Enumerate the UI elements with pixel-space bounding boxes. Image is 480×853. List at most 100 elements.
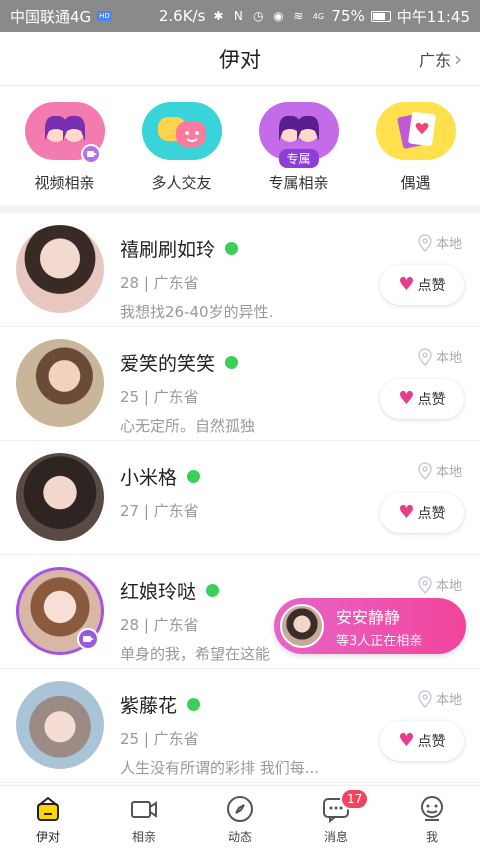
user-list: 禧刷刷如玲 28 | 广东省 我想找26-40岁的异性. 本地 ♥ 点赞 爱笑的…	[0, 213, 480, 783]
region-label: 广东	[418, 50, 451, 70]
signal-icon: 4G	[312, 11, 325, 21]
category-encounter[interactable]: 偶遇	[361, 102, 471, 193]
tab-moments[interactable]: 动态	[200, 794, 280, 845]
battery-icon	[370, 10, 391, 22]
region-selector[interactable]: 广东 ›	[419, 47, 462, 71]
category-label: 视频相亲	[34, 174, 95, 192]
category-group-chat[interactable]: 多人交友	[127, 102, 237, 193]
couple-video-icon	[24, 102, 105, 164]
tab-label: 我	[425, 830, 438, 844]
category-label: 专属相亲	[268, 174, 329, 192]
like-label: 点赞	[417, 506, 446, 522]
clock: 中午11:45	[396, 7, 470, 26]
category-row: 视频相亲 多人交友 专属 专属相亲 偶遇	[0, 86, 480, 213]
online-dot-icon	[225, 356, 239, 369]
chevron-right-icon: ›	[454, 46, 462, 71]
heart-icon: ♥	[398, 730, 415, 751]
unread-badge: 17	[340, 788, 370, 810]
user-description: 我想找26-40岁的异性.	[120, 303, 274, 321]
status-bar: 中国联通4G HD 2.6K/s ✱ N ◷ ◉ ≋ 4G 75% 中午11:4…	[0, 0, 480, 32]
tab-label: 动态	[227, 830, 252, 844]
live-host-name: 安安静静	[336, 607, 401, 627]
user-name: 爱笑的笑笑	[120, 353, 216, 375]
avatar	[280, 604, 324, 648]
tab-date[interactable]: 相亲	[104, 794, 184, 845]
like-label: 点赞	[417, 392, 446, 408]
battery-percent: 75%	[331, 7, 365, 25]
category-label: 多人交友	[151, 174, 212, 192]
avatar[interactable]	[16, 453, 104, 541]
heart-icon: ♥	[398, 274, 415, 295]
profile-icon	[421, 796, 443, 821]
video-badge-icon	[77, 628, 99, 650]
avatar[interactable]	[16, 681, 104, 769]
nav-bar: 伊对 广东 ›	[0, 32, 480, 86]
bluetooth-icon: ✱	[213, 9, 224, 23]
location-tag: 本地	[418, 233, 462, 252]
live-status-text: 等3人正在相亲	[336, 633, 423, 649]
card-heart-icon	[375, 102, 456, 160]
list-item[interactable]: 禧刷刷如玲 28 | 广东省 我想找26-40岁的异性. 本地 ♥ 点赞	[0, 213, 480, 327]
user-description: 心无定所。自然孤独	[120, 417, 256, 435]
location-label: 本地	[435, 465, 462, 480]
location-pin-icon	[418, 575, 432, 594]
location-label: 本地	[435, 237, 462, 252]
user-description: 人生没有所谓的彩排 我们每...	[120, 759, 320, 777]
eye-icon: ◉	[273, 9, 284, 23]
user-name: 红娘玲哒	[120, 581, 197, 603]
like-button[interactable]: ♥ 点赞	[380, 493, 464, 533]
like-label: 点赞	[417, 278, 446, 294]
location-tag: 本地	[418, 689, 462, 708]
location-pin-icon	[418, 689, 432, 708]
user-name: 小米格	[120, 467, 178, 489]
category-exclusive-date[interactable]: 专属 专属相亲	[244, 102, 354, 193]
tab-messages[interactable]: 消息 17	[296, 788, 376, 845]
alarm-icon: ◷	[253, 9, 264, 23]
network-speed: 2.6K/s	[158, 7, 206, 25]
like-label: 点赞	[417, 734, 446, 750]
list-item[interactable]: 小米格 27 | 广东省 本地 ♥ 点赞	[0, 441, 480, 555]
home-icon	[37, 796, 59, 821]
category-label: 偶遇	[400, 174, 431, 192]
like-button[interactable]: ♥ 点赞	[380, 721, 464, 761]
location-pin-icon	[418, 233, 432, 252]
category-video-date[interactable]: 视频相亲	[10, 102, 120, 193]
location-label: 本地	[435, 579, 462, 594]
location-pin-icon	[418, 461, 432, 480]
online-dot-icon	[225, 242, 239, 255]
exclusive-tag: 专属	[278, 149, 319, 168]
couple-exclusive-icon: 专属	[258, 102, 339, 168]
heart-icon: ♥	[398, 502, 415, 523]
page-title: 伊对	[219, 47, 261, 72]
online-dot-icon	[187, 698, 201, 711]
compass-icon	[227, 796, 253, 822]
nfc-icon: N	[233, 9, 243, 23]
video-badge-icon	[80, 144, 101, 164]
carrier-text: 中国联通4G	[10, 7, 92, 26]
user-name: 禧刷刷如玲	[120, 239, 216, 261]
location-label: 本地	[435, 693, 462, 708]
location-label: 本地	[435, 351, 462, 366]
list-item[interactable]: 爱笑的笑笑 25 | 广东省 心无定所。自然孤独 本地 ♥ 点赞	[0, 327, 480, 441]
location-tag: 本地	[418, 347, 462, 366]
online-dot-icon	[206, 584, 220, 597]
like-button[interactable]: ♥ 点赞	[380, 379, 464, 419]
avatar[interactable]	[16, 225, 104, 313]
tab-label: 消息	[323, 830, 348, 844]
video-camera-icon	[131, 801, 157, 818]
tab-label: 伊对	[35, 830, 60, 844]
location-pin-icon	[418, 347, 432, 366]
avatar[interactable]	[16, 567, 104, 655]
avatar[interactable]	[16, 339, 104, 427]
list-item[interactable]: 紫藤花 25 | 广东省 人生没有所谓的彩排 我们每... 本地 ♥ 点赞	[0, 669, 480, 783]
wifi-icon: ≋	[293, 9, 304, 23]
live-date-popup[interactable]: 安安静静 等3人正在相亲	[274, 598, 466, 654]
group-chat-icon	[141, 102, 222, 160]
bottom-tab-bar: 伊对 相亲 动态 消息 17 我	[0, 785, 480, 853]
online-dot-icon	[187, 470, 201, 483]
like-button[interactable]: ♥ 点赞	[380, 265, 464, 305]
location-tag: 本地	[418, 575, 462, 594]
hd-badge: HD	[97, 11, 112, 21]
tab-home[interactable]: 伊对	[8, 794, 88, 845]
tab-profile[interactable]: 我	[392, 794, 472, 845]
